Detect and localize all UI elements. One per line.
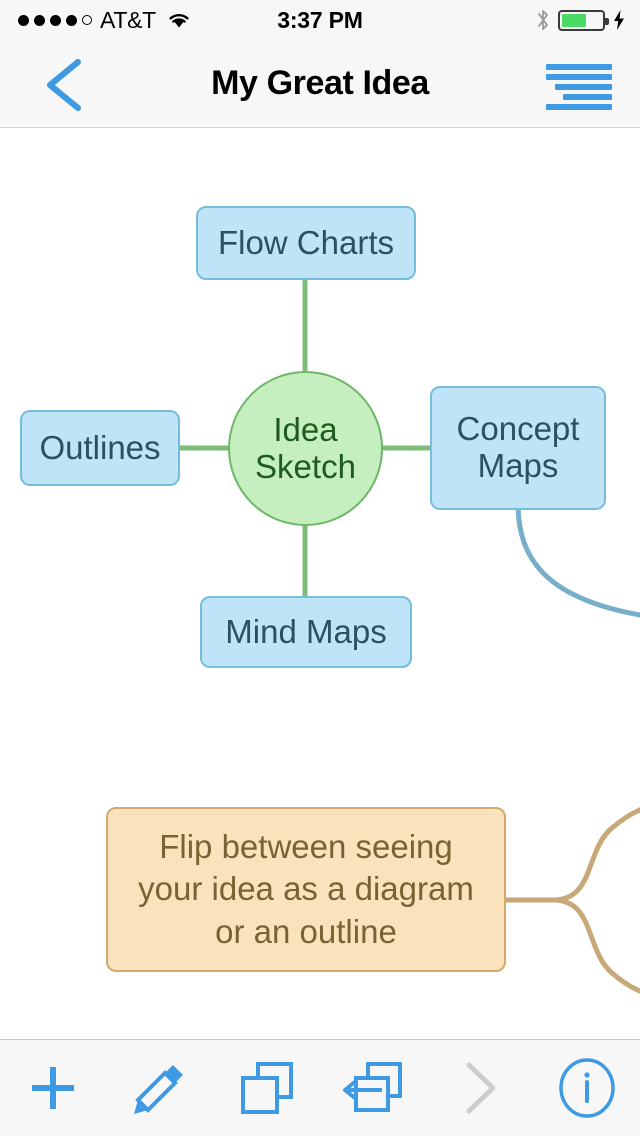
lightning-bolt-icon	[614, 10, 624, 30]
bottom-toolbar	[0, 1039, 640, 1136]
info-button[interactable]	[533, 1040, 640, 1136]
node-label: Flow Charts	[217, 223, 395, 261]
edit-button[interactable]	[107, 1040, 214, 1136]
plus-icon	[32, 1067, 75, 1109]
bluetooth-icon	[538, 10, 548, 30]
node-concept-maps[interactable]: Concept Maps	[430, 386, 606, 510]
extract-arrow-icon	[343, 1062, 403, 1112]
app-screen: AT&T 3:37 PM My Great Idea Flow Charts O…	[0, 0, 640, 1136]
navigation-bar: My Great Idea	[0, 40, 640, 128]
node-label: Outlines	[39, 428, 161, 466]
center-label-line2: Sketch	[255, 447, 356, 485]
node-mind-maps[interactable]: Mind Maps	[200, 596, 412, 668]
status-bar-right	[535, 0, 626, 40]
connector-note-branch-upper	[503, 807, 640, 903]
extract-button[interactable]	[320, 1040, 427, 1136]
node-label-line1: Concept	[456, 410, 580, 448]
node-tip-note[interactable]: Flip between seeing your idea as a diagr…	[106, 807, 506, 972]
outline-list-icon	[563, 94, 612, 100]
add-button[interactable]	[0, 1040, 107, 1136]
page-title: My Great Idea	[211, 64, 429, 102]
duplicate-button[interactable]	[213, 1040, 320, 1136]
pencil-icon	[134, 1065, 183, 1114]
duplicate-icon	[240, 1062, 293, 1114]
outline-list-icon	[546, 74, 612, 80]
outline-list-icon	[554, 84, 612, 90]
note-line-3: or an outline	[215, 912, 397, 950]
battery-icon	[558, 9, 609, 31]
outline-list-icon	[546, 104, 612, 110]
outline-view-button[interactable]	[546, 64, 612, 110]
connector-note-branch-lower	[503, 897, 640, 994]
node-label: Mind Maps	[225, 612, 387, 650]
node-idea-sketch-center[interactable]: Idea Sketch	[228, 371, 383, 526]
outline-list-icon	[546, 64, 612, 70]
info-circle-icon	[558, 1058, 615, 1118]
node-label-line2: Maps	[477, 447, 559, 484]
note-line-1: Flip between seeing	[159, 828, 453, 866]
next-button[interactable]	[427, 1040, 534, 1136]
node-flow-charts[interactable]: Flow Charts	[196, 206, 416, 280]
chevron-right-icon	[466, 1062, 496, 1114]
node-outlines[interactable]: Outlines	[20, 410, 180, 486]
diagram-canvas[interactable]: Flow Charts Outlines Concept Maps Mind M…	[0, 128, 640, 1039]
center-label-line1: Idea	[273, 410, 338, 448]
connector-conceptmaps-branch	[515, 500, 640, 618]
note-line-2: your idea as a diagram	[138, 870, 474, 908]
status-bar: AT&T 3:37 PM	[0, 0, 640, 40]
